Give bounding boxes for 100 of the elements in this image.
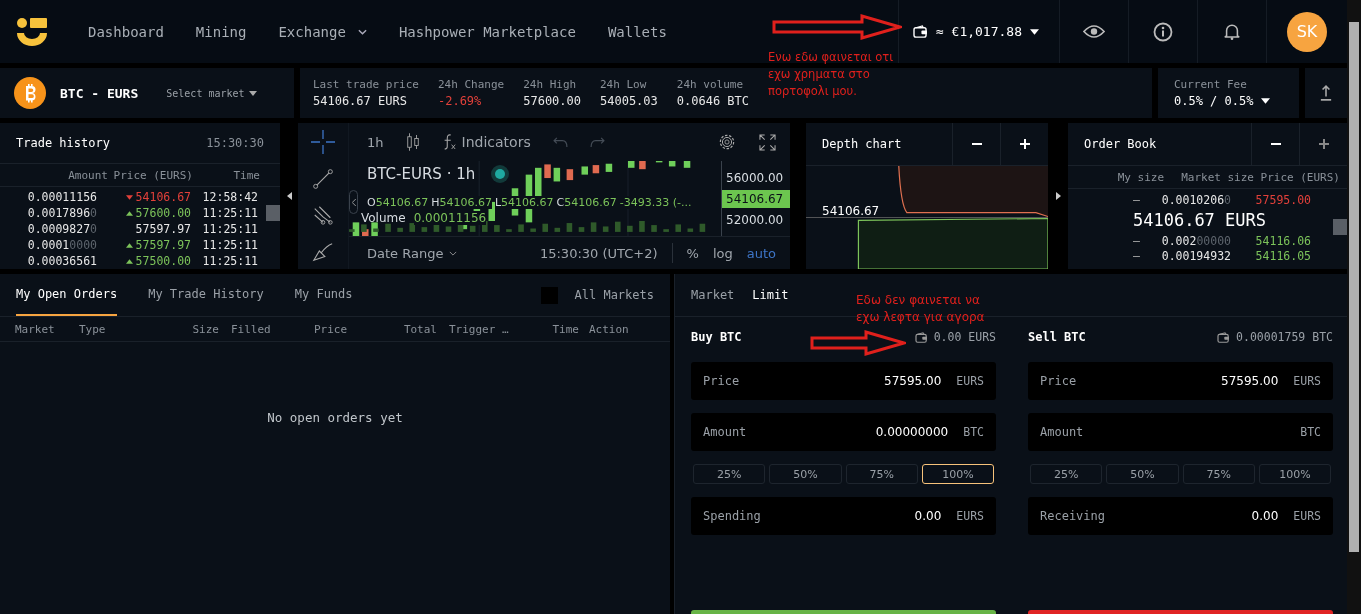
volume-value: 0.00011156 xyxy=(413,211,487,225)
column-header: Price (EURS) xyxy=(1259,170,1340,184)
ohlc-value: O54106.67 xyxy=(367,195,429,209)
price-cell: 57500.00 xyxy=(135,254,191,268)
percent-button[interactable]: 25% xyxy=(1030,464,1103,484)
ohlc-value: H54106.67 xyxy=(431,195,492,209)
price-cell-text: 54116.06 xyxy=(1254,233,1311,248)
wallet-balance-button[interactable]: ≈ €1,017.88 xyxy=(897,0,1060,63)
price-axis-label: 56000.00 xyxy=(725,169,785,187)
time-cell-text: 11:25:11 xyxy=(201,254,258,268)
column-header: Price xyxy=(314,322,349,336)
mid-price: 54106.67 EURS xyxy=(1131,209,1268,232)
percent-button[interactable]: 75% xyxy=(845,464,918,484)
form-title: Buy BTC xyxy=(691,330,742,344)
column-header: Amount xyxy=(67,168,108,182)
column-header: Type xyxy=(79,322,107,336)
price-axis-label: 54106.67 xyxy=(722,189,790,208)
price-axis-label: 52000.00 xyxy=(725,211,785,229)
price-cell: 57600.00 xyxy=(135,206,191,220)
fee-label: Current Fee xyxy=(1174,78,1248,91)
amount-cell-text: 0.00098270 xyxy=(26,222,97,236)
chart-clock: 15:30:30 (UTC+2) xyxy=(539,245,658,261)
nav-link[interactable]: Wallets xyxy=(607,23,667,40)
stat-value: 54005.03 xyxy=(600,94,658,108)
column-header: My size xyxy=(1116,170,1164,184)
panel-title: Trade history xyxy=(16,136,110,150)
my-size-cell-text: – xyxy=(1132,233,1140,248)
stat-value: 0.0646 BTC xyxy=(676,94,750,108)
scale-toggle[interactable]: % xyxy=(686,245,699,261)
nav-link[interactable]: Exchange xyxy=(278,23,346,40)
nav-link[interactable]: Hashpower Marketplace xyxy=(398,23,576,40)
amount-cell-text: 0.00010000 xyxy=(26,238,97,252)
percent-button[interactable]: 100% xyxy=(921,464,994,484)
stat-value: 54106.67 EURS xyxy=(313,94,408,108)
interval-button[interactable]: 1h xyxy=(367,134,384,150)
total-field: Spending 0.00 EURS xyxy=(691,497,996,535)
fee-dropdown[interactable]: 0.5% / 0.5% xyxy=(1174,94,1299,108)
chart-title: BTC-EURS · 1h xyxy=(367,165,476,183)
market-pair: BTC - EURS xyxy=(60,85,139,101)
column-header: Size xyxy=(191,322,220,336)
percent-button[interactable]: 100% xyxy=(1258,464,1331,484)
price-change: -3493.33 (-... xyxy=(619,195,692,209)
indicators-button[interactable]: Indicators xyxy=(441,134,531,150)
empty-message: No open orders yet xyxy=(267,410,403,427)
price-cell: 57597.97 xyxy=(135,238,191,252)
size-cell-text: 0.00194932 xyxy=(1160,248,1231,263)
percent-button[interactable]: 75% xyxy=(1182,464,1255,484)
annotation-text: Ενω εδω φαινεται οτι εχω χρηματα στο πορτοφολι μου. xyxy=(768,49,895,100)
ohlc-value: C54106.67 xyxy=(556,195,617,209)
percent-button[interactable]: 50% xyxy=(769,464,842,484)
total-field: Receiving 0.00 EURS xyxy=(1028,497,1333,535)
stat-label: 24h volume xyxy=(676,78,745,91)
orders-tab[interactable]: My Trade History xyxy=(148,274,264,316)
column-header: Trigger … xyxy=(449,322,510,336)
column-header: Market xyxy=(15,322,56,336)
size-cell-text: 0.00102060 xyxy=(1160,192,1231,207)
amount-cell-text: 0.00178960 xyxy=(26,206,97,220)
annotation-text: Εδω δεν φαινεται να εχω λεφτα για αγορα xyxy=(856,292,986,326)
panel-title: Order Book xyxy=(1084,137,1158,151)
stat-value: 57600.00 xyxy=(523,94,581,108)
my-size-cell-text: – xyxy=(1132,248,1140,263)
stat-label: 24h Low xyxy=(600,78,648,91)
price-cell-text: 54116.05 xyxy=(1254,248,1311,263)
nav-link[interactable]: Dashboard xyxy=(88,23,164,40)
column-header: Time xyxy=(232,168,260,182)
my-size-cell-text: – xyxy=(1132,192,1140,207)
time-cell-text: 11:25:11 xyxy=(201,222,258,236)
percent-button[interactable]: 25% xyxy=(693,464,766,484)
stat-value: -2.69% xyxy=(437,94,483,108)
column-header: Market size xyxy=(1180,170,1254,184)
time-cell-text: 11:25:11 xyxy=(201,206,258,220)
column-header: Action xyxy=(589,322,630,336)
select-market-dropdown[interactable]: Select market xyxy=(166,87,257,99)
column-header: Total xyxy=(402,322,438,336)
input-field[interactable]: Price 57595.00 EURS xyxy=(1028,362,1333,400)
form-title: Sell BTC xyxy=(1028,330,1086,344)
scale-toggle[interactable]: log xyxy=(712,245,733,261)
column-header: Filled xyxy=(231,322,272,336)
orders-tab[interactable]: My Funds xyxy=(294,274,353,316)
price-cell: 54106.67 xyxy=(135,190,191,204)
available-balance: 0.00001759 BTC xyxy=(1236,330,1333,344)
panel-title: Depth chart xyxy=(822,137,903,151)
nav-link[interactable]: Mining xyxy=(195,23,247,40)
ohlc-value: L54106.67 xyxy=(494,195,554,209)
date-range-dropdown[interactable]: Date Range xyxy=(367,245,458,261)
order-type-tab[interactable]: Limit xyxy=(752,288,789,302)
input-field[interactable]: Amount BTC xyxy=(1028,413,1333,451)
scale-toggle[interactable]: auto xyxy=(746,245,776,261)
order-type-tab[interactable]: Market xyxy=(691,288,735,302)
checkbox-label: All Markets xyxy=(574,288,654,302)
input-field[interactable]: Price 57595.00 EURS xyxy=(691,362,996,400)
input-field[interactable]: Amount 0.00000000 BTC xyxy=(691,413,996,451)
column-header: Price (EURS) xyxy=(112,168,193,182)
time-cell-text: 11:25:11 xyxy=(201,238,258,252)
price-cell: 57597.97 xyxy=(135,222,191,236)
percent-button[interactable]: 50% xyxy=(1106,464,1179,484)
stat-label: Last trade price xyxy=(313,78,419,91)
stat-label: 24h Change xyxy=(437,78,505,91)
orders-tab[interactable]: My Open Orders xyxy=(16,274,118,316)
column-header: Time xyxy=(551,322,580,336)
